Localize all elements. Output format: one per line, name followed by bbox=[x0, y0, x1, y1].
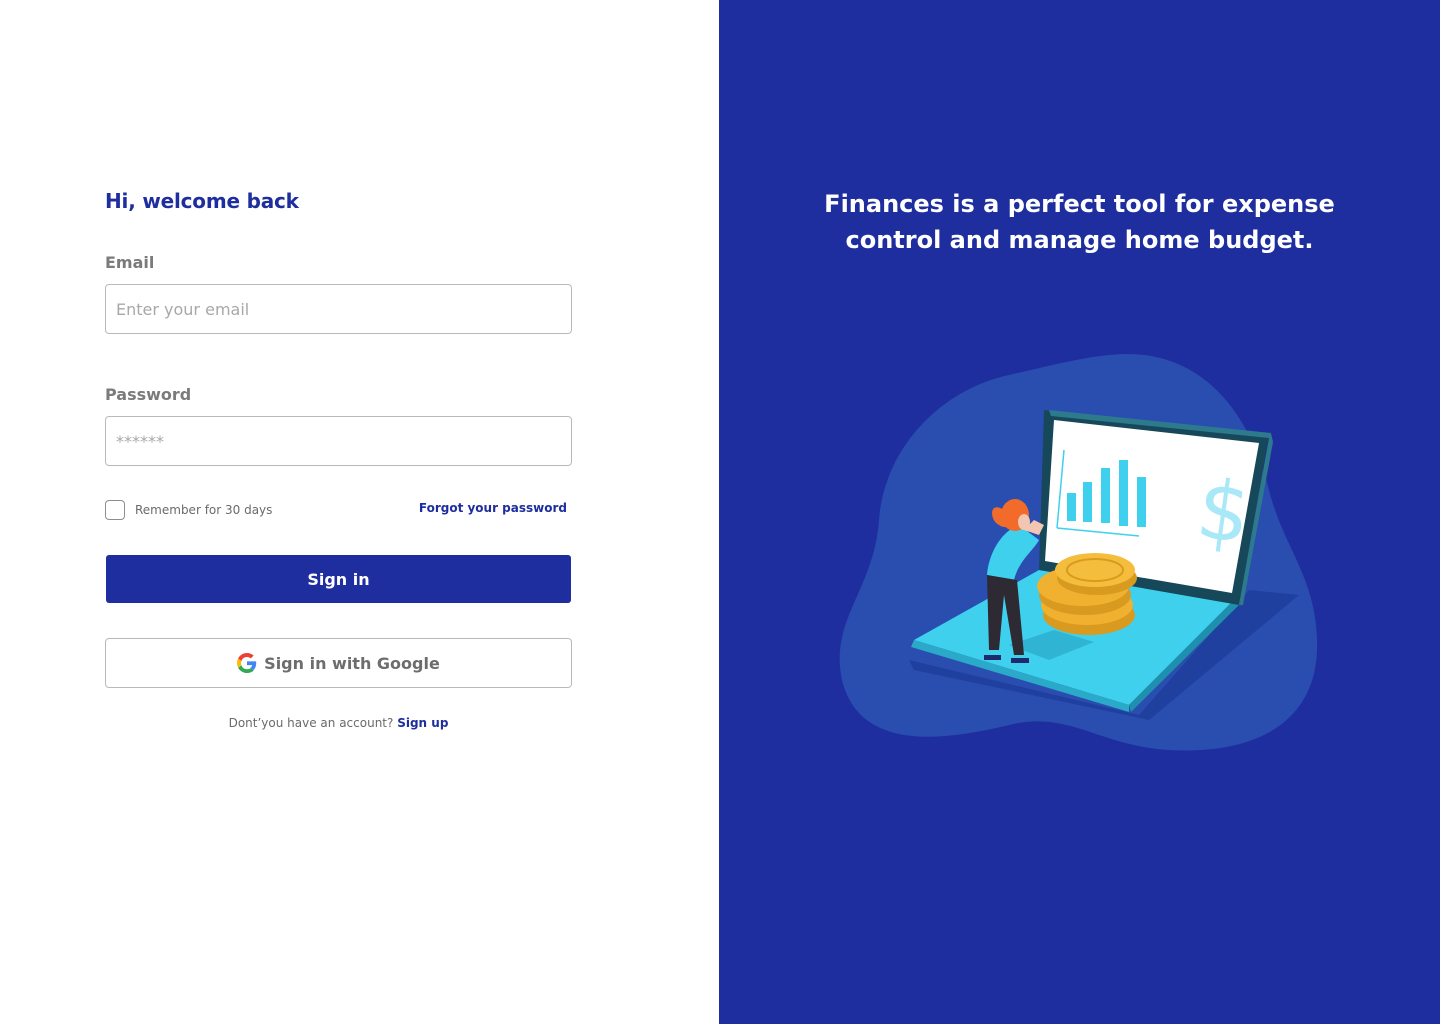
password-label: Password bbox=[105, 385, 192, 404]
signup-row: Dont’you have an account? Sign up bbox=[105, 716, 572, 730]
promo-panel: Finances is a perfect tool for expense c… bbox=[719, 0, 1440, 1024]
google-g-icon bbox=[237, 653, 257, 673]
promo-headline-line-1: Finances is a perfect tool for expense bbox=[824, 190, 1335, 218]
finance-laptop-illustration: $ bbox=[839, 353, 1318, 751]
google-button-label: Sign in with Google bbox=[264, 653, 440, 673]
promo-headline-line-2: control and manage home budget. bbox=[845, 226, 1314, 254]
promo-headline: Finances is a perfect tool for expense c… bbox=[719, 186, 1440, 258]
signup-prompt: Dont’you have an account? bbox=[228, 716, 394, 730]
remember-row: Remember for 30 days bbox=[105, 500, 272, 520]
login-panel: Hi, welcome back Email Password Remember… bbox=[0, 0, 719, 1024]
forgot-password-link[interactable]: Forgot your password bbox=[419, 501, 567, 515]
sign-up-link[interactable]: Sign up bbox=[397, 716, 448, 730]
google-sign-in-button[interactable]: Sign in with Google bbox=[105, 638, 572, 688]
email-label: Email bbox=[105, 253, 155, 272]
sign-in-button[interactable]: Sign in bbox=[106, 555, 571, 603]
welcome-heading: Hi, welcome back bbox=[105, 189, 299, 213]
email-input[interactable] bbox=[105, 284, 572, 334]
remember-checkbox[interactable] bbox=[105, 500, 125, 520]
remember-label: Remember for 30 days bbox=[135, 503, 273, 517]
password-input[interactable] bbox=[105, 416, 572, 466]
